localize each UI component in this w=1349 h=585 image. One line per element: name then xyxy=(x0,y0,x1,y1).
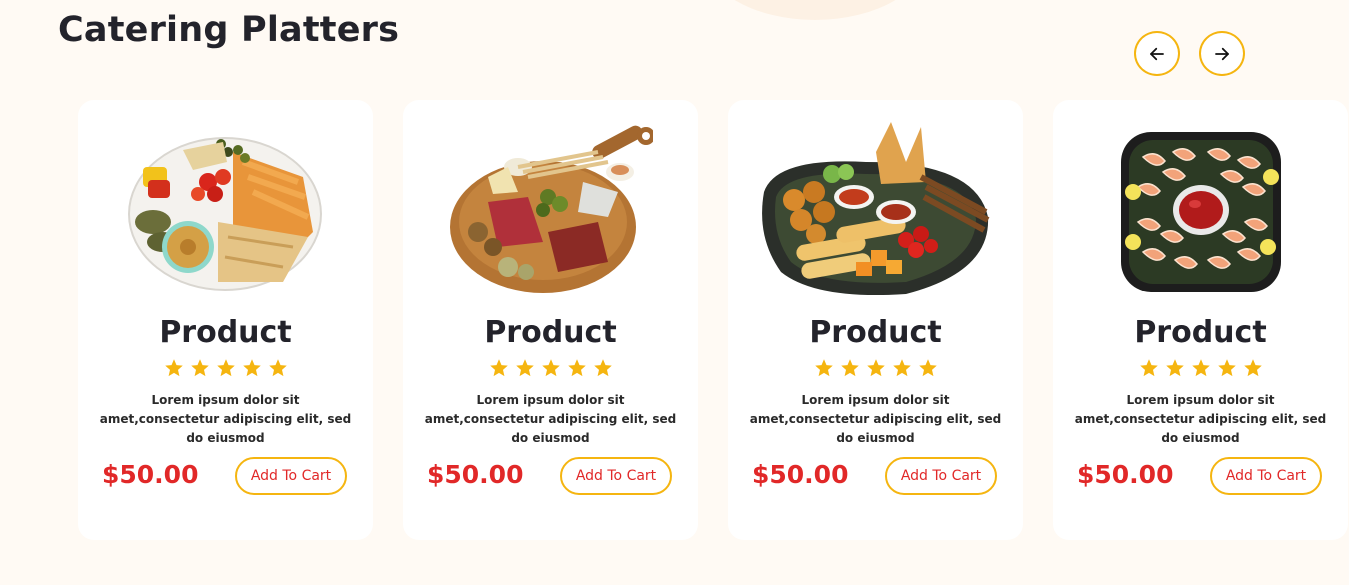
star-icon xyxy=(866,359,885,377)
arrow-right-icon xyxy=(1215,47,1229,60)
rating-stars xyxy=(728,358,1023,378)
section-title: Catering Platters xyxy=(58,10,400,50)
star-icon xyxy=(1191,359,1210,377)
product-price: $50.00 xyxy=(752,460,849,489)
star-icon xyxy=(1243,359,1262,377)
star-icon xyxy=(489,359,508,377)
add-to-cart-button[interactable]: Add To Cart xyxy=(1210,457,1322,495)
star-icon xyxy=(190,359,209,377)
product-description: Lorem ipsum dolor sit amet,consectetur a… xyxy=(424,393,677,445)
star-icon xyxy=(515,359,534,377)
product-name: Product xyxy=(1134,315,1267,350)
product-card[interactable]: Product Lorem ipsum dolor sit amet,conse… xyxy=(403,100,698,540)
product-image-mezze-platter xyxy=(128,137,322,291)
arrow-left-icon xyxy=(1150,47,1164,60)
product-price: $50.00 xyxy=(102,460,199,489)
star-icon xyxy=(164,359,183,377)
product-card[interactable]: Product Lorem ipsum dolor sit amet,conse… xyxy=(1053,100,1348,540)
product-description: Lorem ipsum dolor sit amet,consectetur a… xyxy=(1074,393,1327,445)
product-description: Lorem ipsum dolor sit amet,consectetur a… xyxy=(749,393,1002,445)
rating-stars xyxy=(1053,358,1348,378)
product-description: Lorem ipsum dolor sit amet,consectetur a… xyxy=(99,393,352,445)
star-icon xyxy=(216,359,235,377)
carousel-prev-button[interactable] xyxy=(1134,31,1180,76)
star-icon xyxy=(1139,359,1158,377)
product-image-appetizer-tray xyxy=(762,122,990,296)
star-icon xyxy=(1165,359,1184,377)
product-price: $50.00 xyxy=(427,460,524,489)
star-icon xyxy=(1217,359,1236,377)
star-icon xyxy=(918,359,937,377)
catering-section: Catering Platters Product Lorem ipsum do… xyxy=(0,0,1349,585)
star-icon xyxy=(840,359,859,377)
product-card[interactable]: Product Lorem ipsum dolor sit amet,conse… xyxy=(78,100,373,540)
product-image-shrimp-platter xyxy=(1121,132,1281,292)
star-icon xyxy=(268,359,287,377)
star-icon xyxy=(814,359,833,377)
star-icon xyxy=(593,359,612,377)
add-to-cart-button[interactable]: Add To Cart xyxy=(235,457,347,495)
star-icon xyxy=(242,359,261,377)
add-to-cart-button[interactable]: Add To Cart xyxy=(885,457,997,495)
product-name: Product xyxy=(484,315,617,350)
star-icon xyxy=(567,359,586,377)
product-name: Product xyxy=(159,315,292,350)
rating-stars xyxy=(78,358,373,378)
star-icon xyxy=(892,359,911,377)
product-card[interactable]: Product Lorem ipsum dolor sit amet,conse… xyxy=(728,100,1023,540)
product-price: $50.00 xyxy=(1077,460,1174,489)
star-icon xyxy=(541,359,560,377)
add-to-cart-button[interactable]: Add To Cart xyxy=(560,457,672,495)
product-image-charcuterie-board xyxy=(450,125,653,293)
rating-stars xyxy=(403,358,698,378)
background-decoration xyxy=(700,0,930,20)
product-name: Product xyxy=(809,315,942,350)
carousel-next-button[interactable] xyxy=(1199,31,1245,76)
